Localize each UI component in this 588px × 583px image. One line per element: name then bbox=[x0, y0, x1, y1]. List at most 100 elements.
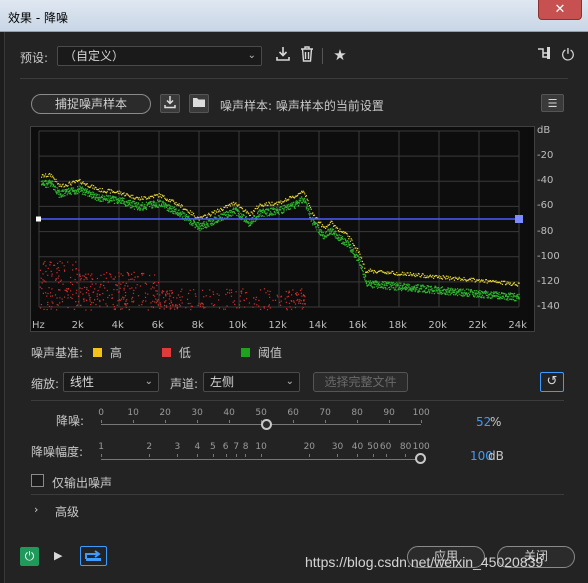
high-point bbox=[123, 192, 125, 194]
threshold-point bbox=[135, 203, 137, 205]
high-point bbox=[224, 206, 226, 209]
download-noise-icon[interactable] bbox=[160, 94, 180, 113]
threshold-point bbox=[396, 289, 398, 291]
high-point bbox=[505, 283, 507, 285]
chevron-right-icon[interactable]: › bbox=[34, 503, 38, 516]
threshold-point bbox=[83, 191, 85, 193]
threshold-point bbox=[70, 193, 72, 196]
threshold-point bbox=[447, 290, 449, 292]
threshold-point bbox=[433, 293, 435, 295]
reduce-by-slider-knob[interactable] bbox=[415, 453, 426, 464]
high-point bbox=[420, 276, 422, 278]
low-point bbox=[280, 300, 282, 302]
low-point bbox=[83, 279, 85, 281]
high-point bbox=[403, 272, 405, 274]
low-point bbox=[80, 304, 82, 307]
high-point bbox=[131, 197, 133, 199]
threshold-point bbox=[277, 208, 279, 210]
threshold-point bbox=[379, 283, 381, 285]
low-point bbox=[285, 290, 287, 293]
threshold-point bbox=[233, 207, 235, 209]
reset-icon[interactable]: ↺ bbox=[540, 372, 564, 392]
threshold-point bbox=[81, 190, 83, 192]
routing-icon[interactable] bbox=[534, 46, 554, 66]
high-point bbox=[300, 192, 302, 194]
reduction-value[interactable]: 52 bbox=[476, 415, 491, 429]
high-point bbox=[320, 221, 322, 223]
low-point bbox=[227, 292, 229, 294]
high-point bbox=[263, 205, 265, 207]
threshold-point bbox=[481, 297, 483, 299]
threshold-point bbox=[42, 181, 44, 184]
threshold-point bbox=[333, 228, 335, 230]
low-point bbox=[63, 269, 66, 271]
noise-graph[interactable] bbox=[30, 126, 535, 332]
slider-tick-label: 7 bbox=[233, 442, 240, 452]
threshold-point bbox=[194, 227, 196, 229]
reduce-by-slider-track[interactable] bbox=[101, 459, 421, 460]
low-point bbox=[91, 273, 93, 275]
folder-icon[interactable] bbox=[189, 94, 209, 113]
threshold-point bbox=[316, 222, 318, 224]
star-icon[interactable]: ★ bbox=[330, 46, 350, 66]
threshold-handle-right[interactable] bbox=[515, 215, 523, 223]
threshold-handle-left[interactable] bbox=[36, 216, 41, 222]
high-point bbox=[98, 190, 100, 192]
threshold-point bbox=[518, 293, 520, 295]
low-point bbox=[263, 306, 265, 308]
high-point bbox=[414, 275, 416, 278]
low-point bbox=[186, 298, 189, 300]
high-point bbox=[331, 220, 333, 223]
threshold-point bbox=[292, 203, 294, 206]
high-point bbox=[402, 274, 404, 276]
threshold-point bbox=[223, 211, 225, 214]
advanced-section-toggle[interactable]: 高级 bbox=[55, 503, 79, 520]
low-point bbox=[244, 292, 247, 294]
scale-dropdown[interactable]: 线性 ⌄ bbox=[63, 372, 159, 392]
high-point bbox=[225, 205, 227, 207]
threshold-point bbox=[333, 232, 335, 235]
high-point bbox=[246, 210, 248, 213]
threshold-point bbox=[263, 215, 265, 217]
threshold-point bbox=[409, 284, 411, 286]
power-toggle-icon[interactable]: ⏻ bbox=[20, 547, 39, 566]
menu-icon[interactable]: ☰ bbox=[541, 94, 564, 112]
play-icon[interactable]: ▶ bbox=[54, 549, 62, 562]
high-point bbox=[358, 251, 360, 253]
download-icon[interactable] bbox=[272, 46, 294, 66]
low-point bbox=[128, 279, 130, 281]
threshold-point bbox=[325, 231, 327, 233]
low-point bbox=[212, 305, 215, 307]
slider-tick-label: 3 bbox=[174, 442, 181, 452]
slider-tick-mark bbox=[177, 454, 179, 457]
low-point bbox=[86, 300, 88, 302]
close-window-button[interactable]: ✕ bbox=[538, 0, 582, 20]
channel-dropdown[interactable]: 左侧 ⌄ bbox=[203, 372, 300, 392]
preset-dropdown[interactable]: （自定义） ⌄ bbox=[57, 46, 262, 66]
spectrum-plot[interactable] bbox=[31, 127, 534, 331]
loop-icon[interactable] bbox=[80, 546, 107, 566]
capture-noise-print-button[interactable]: 捕捉噪声样本 bbox=[31, 94, 151, 114]
trash-icon[interactable] bbox=[297, 46, 317, 66]
high-point bbox=[205, 214, 207, 216]
threshold-point bbox=[189, 221, 191, 224]
low-point bbox=[238, 307, 240, 309]
threshold-point bbox=[277, 211, 279, 213]
high-point bbox=[470, 277, 472, 279]
threshold-point bbox=[97, 193, 99, 196]
low-point bbox=[141, 301, 143, 303]
power-icon[interactable]: ⏻ bbox=[558, 46, 578, 66]
high-point bbox=[489, 279, 491, 282]
threshold-point bbox=[149, 205, 151, 208]
threshold-point bbox=[386, 288, 388, 290]
low-point bbox=[83, 300, 85, 302]
high-point bbox=[56, 181, 58, 183]
low-point bbox=[58, 275, 60, 277]
output-noise-only-checkbox[interactable] bbox=[31, 474, 44, 487]
low-point bbox=[43, 308, 45, 311]
threshold-point bbox=[157, 199, 159, 202]
select-entire-file-button[interactable]: 选择完整文件 bbox=[313, 372, 408, 392]
threshold-point bbox=[345, 241, 347, 243]
high-point bbox=[332, 222, 334, 225]
threshold-point bbox=[388, 283, 390, 285]
